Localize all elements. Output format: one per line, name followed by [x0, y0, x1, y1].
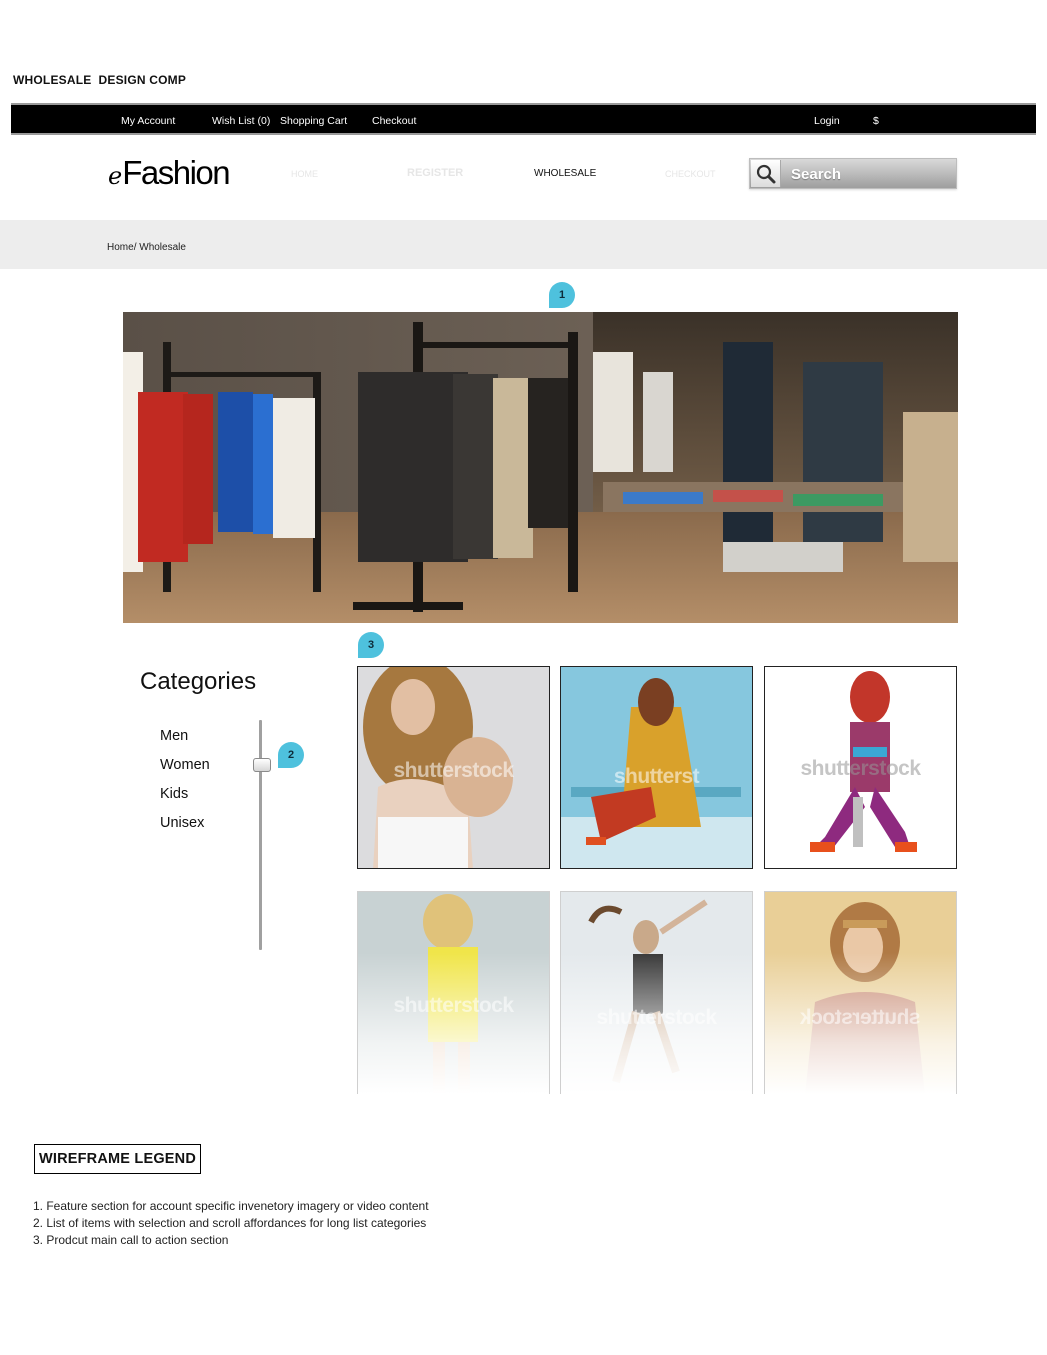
top-utility-bar: My Account Wish List (0) Shopping Cart C… [11, 103, 1036, 135]
breadcrumb-band: Home/ Wholesale [0, 220, 1047, 269]
search-input[interactable] [783, 162, 953, 186]
fade-overlay [561, 892, 752, 1094]
search-icon[interactable] [751, 160, 781, 187]
product-tile-2[interactable]: shutterst [560, 666, 753, 869]
annotation-marker-1: 1 [549, 282, 575, 308]
logo-name: Fashion [122, 154, 230, 191]
watermark: shutterstock [800, 757, 921, 780]
category-scrollbar-track[interactable] [259, 720, 262, 950]
checkout-link[interactable]: Checkout [372, 115, 416, 127]
category-men[interactable]: Men [160, 728, 188, 744]
category-women[interactable]: Women [160, 757, 210, 773]
category-kids[interactable]: Kids [160, 786, 188, 802]
efashion-logo[interactable]: eFashion [108, 154, 231, 192]
breadcrumb-home[interactable]: Home [107, 242, 134, 253]
comp-title: WHOLESALE DESIGN COMP [13, 73, 187, 87]
feature-hero-image[interactable] [123, 312, 958, 623]
login-link[interactable]: Login [814, 115, 840, 127]
nav-register[interactable]: REGISTER [407, 167, 463, 179]
watermark: shutterstock [393, 759, 514, 782]
product-tile-6[interactable]: shutterstock [764, 891, 957, 1094]
fade-overlay [358, 892, 549, 1094]
categories-title: Categories [140, 668, 257, 695]
logo-prefix: e [108, 162, 123, 190]
product-tile-5[interactable]: shutterstock [560, 891, 753, 1094]
my-account-link[interactable]: My Account [121, 115, 175, 127]
breadcrumb-current: Wholesale [139, 242, 186, 253]
annotation-marker-2: 2 [278, 742, 304, 768]
nav-wholesale[interactable]: WHOLESALE [534, 168, 596, 179]
annotation-marker-3: 3 [358, 632, 384, 658]
product-tile-3[interactable]: shutterstock [764, 666, 957, 869]
legend-item-1: 1. Feature section for account specific … [33, 1199, 429, 1213]
product-tile-4[interactable]: shutterstock [357, 891, 550, 1094]
breadcrumb: Home/ Wholesale [107, 242, 186, 253]
product-tile-1[interactable]: shutterstock [357, 666, 550, 869]
category-scrollbar-thumb[interactable] [253, 758, 271, 772]
fade-overlay [765, 892, 956, 1094]
wireframe-legend-title: WIREFRAME LEGEND [34, 1144, 201, 1174]
legend-item-3: 3. Prodcut main call to action section [33, 1233, 229, 1247]
currency-selector[interactable]: $ [873, 115, 879, 127]
shopping-cart-link[interactable]: Shopping Cart [280, 115, 347, 127]
search-box [749, 158, 957, 189]
wish-list-link[interactable]: Wish List (0) [212, 115, 270, 127]
nav-home[interactable]: HOME [291, 169, 318, 179]
nav-checkout[interactable]: CHECKOUT [665, 169, 716, 179]
category-unisex[interactable]: Unisex [160, 815, 204, 831]
watermark: shutterst [613, 765, 700, 788]
legend-item-2: 2. List of items with selection and scro… [33, 1216, 427, 1230]
